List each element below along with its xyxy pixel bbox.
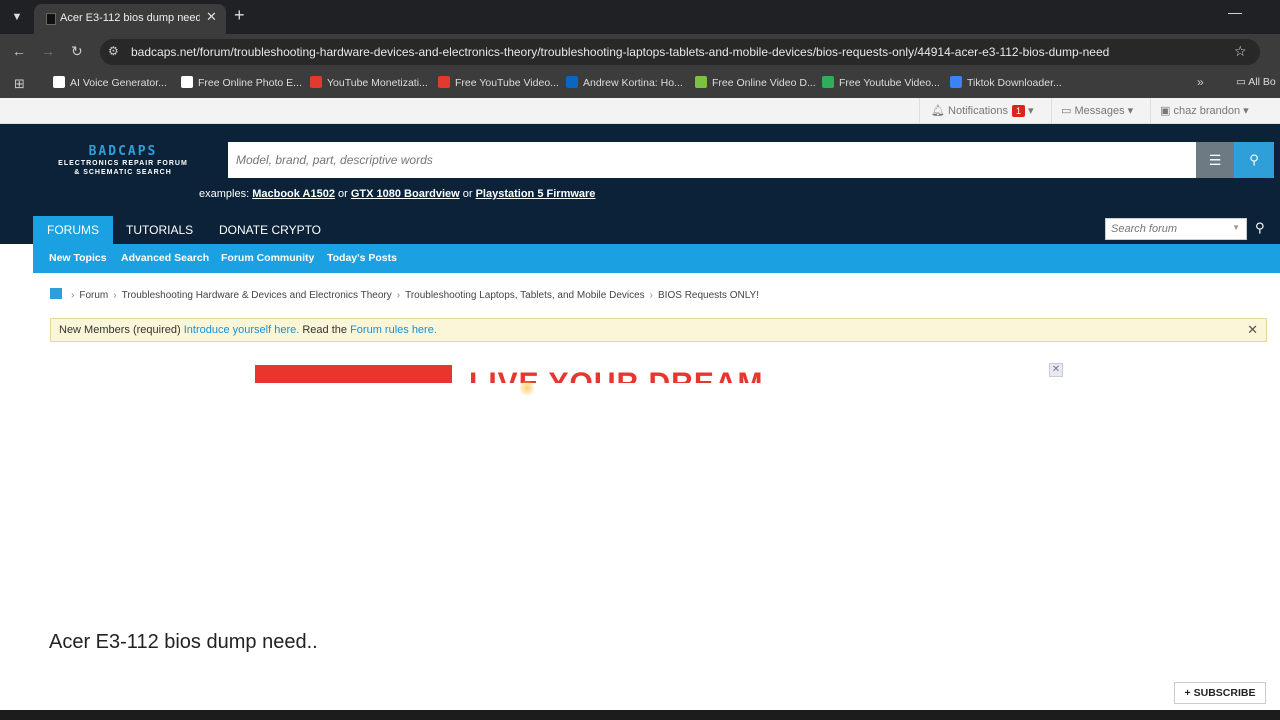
subnav-forum-community[interactable]: Forum Community xyxy=(221,252,314,264)
forum-search-input[interactable] xyxy=(1106,219,1226,239)
window-minimize-icon[interactable]: — xyxy=(1228,4,1242,20)
schematic-search-box xyxy=(228,142,1196,178)
bookmark-favicon-icon xyxy=(566,76,578,88)
nav-tutorials[interactable]: TUTORIALS xyxy=(112,216,207,244)
subnav-new-topics[interactable]: New Topics xyxy=(49,252,107,264)
breadcrumb-item[interactable]: Forum xyxy=(79,290,108,301)
bookmark-favicon-icon xyxy=(438,76,450,88)
home-icon[interactable] xyxy=(50,288,62,299)
chat-icon: ▭ xyxy=(1061,105,1075,117)
bookmark-item[interactable]: AI Voice Generator... xyxy=(53,76,167,89)
address-bar: ← → ↻ ⚙ badcaps.net/forum/troubleshootin… xyxy=(0,34,1280,70)
breadcrumb-item[interactable]: Troubleshooting Hardware & Devices and E… xyxy=(122,290,392,301)
reload-icon[interactable]: ↻ xyxy=(71,43,83,60)
bookmarks-overflow-icon[interactable]: » xyxy=(1197,75,1204,89)
bookmark-favicon-icon xyxy=(53,76,65,88)
bookmark-favicon-icon xyxy=(822,76,834,88)
notifications-badge: 1 xyxy=(1011,105,1025,117)
page-content: 🔔︎ Notifications 1 ▾ ▭ Messages ▾ ▣ chaz … xyxy=(0,98,1280,710)
browser-tab[interactable]: Acer E3-112 bios dump need.. ✕ xyxy=(34,4,226,34)
tab-favicon-icon xyxy=(46,13,56,25)
back-arrow-icon[interactable]: ← xyxy=(12,43,26,59)
site-info-icon[interactable]: ⚙ xyxy=(108,44,119,58)
ad-close-icon[interactable]: ✕ xyxy=(1049,363,1063,377)
bookmark-label: Free YouTube Video... xyxy=(455,77,559,89)
sliders-icon: ☰ xyxy=(1208,152,1222,168)
forum-search-box: ▼ xyxy=(1105,218,1247,240)
mouse-cursor-highlight xyxy=(519,380,535,396)
notifications-link[interactable]: 🔔︎ Notifications 1 ▾ xyxy=(931,104,1034,117)
new-members-notice: New Members (required) Introduce yoursel… xyxy=(50,318,1267,342)
search-icon: ⚲ xyxy=(1249,152,1259,167)
tab-title: Acer E3-112 bios dump need.. xyxy=(60,12,200,24)
messages-link[interactable]: ▭ Messages ▾ xyxy=(1061,104,1133,117)
nav-forums[interactable]: FORUMS xyxy=(33,216,113,244)
bookmark-item[interactable]: Tiktok Downloader... xyxy=(950,76,1062,89)
nav-donate-crypto[interactable]: DONATE CRYPTO xyxy=(205,216,335,244)
apps-grid-icon[interactable]: ⊞ xyxy=(14,76,25,92)
folder-icon: ▭ xyxy=(1236,76,1249,88)
bookmark-label: Andrew Kortina: Ho... xyxy=(583,77,683,89)
os-taskbar xyxy=(0,710,1280,720)
site-logo[interactable]: BADCAPS ELECTRONICS REPAIR FORUM & SCHEM… xyxy=(46,144,200,177)
bookmark-item[interactable]: Free Online Video D... xyxy=(695,76,816,89)
notice-close-icon[interactable]: ✕ xyxy=(1247,322,1258,338)
tab-search-icon[interactable]: ▼ xyxy=(6,6,28,28)
introduce-yourself-link[interactable]: Introduce yourself here. xyxy=(184,324,300,336)
avatar: ▣ xyxy=(1160,105,1174,117)
sub-navigation: New Topics Advanced Search Forum Communi… xyxy=(33,244,1280,273)
tab-close-icon[interactable]: ✕ xyxy=(206,9,217,25)
bookmarks-bar: ⊞ AI Voice Generator... Free Online Photo… xyxy=(0,70,1280,98)
bookmark-favicon-icon xyxy=(950,76,962,88)
all-bookmarks-link[interactable]: ▭ All Bo xyxy=(1236,76,1276,88)
ad-banner-bar[interactable] xyxy=(255,365,452,383)
bookmark-favicon-icon xyxy=(181,76,193,88)
bookmark-label: AI Voice Generator... xyxy=(70,77,167,89)
chevron-down-icon: ▾ xyxy=(1240,105,1249,117)
bookmark-item[interactable]: Free Online Photo E... xyxy=(181,76,302,89)
forum-rules-link[interactable]: Forum rules here. xyxy=(350,324,437,336)
forum-search-icon[interactable]: ⚲ xyxy=(1255,220,1265,236)
new-tab-icon[interactable]: + xyxy=(234,5,245,26)
breadcrumb-item[interactable]: Troubleshooting Laptops, Tablets, and Mo… xyxy=(405,290,645,301)
url-box[interactable]: ⚙ badcaps.net/forum/troubleshooting-hard… xyxy=(100,39,1260,65)
bookmark-item[interactable]: Andrew Kortina: Ho... xyxy=(566,76,683,89)
schematic-search-input[interactable] xyxy=(228,142,1196,178)
bell-icon: 🔔︎ xyxy=(931,105,949,117)
chevron-down-icon: ▾ xyxy=(1124,105,1134,117)
subnav-todays-posts[interactable]: Today's Posts xyxy=(327,252,397,264)
bookmark-item[interactable]: Free Youtube Video... xyxy=(822,76,940,89)
example-link-macbook[interactable]: Macbook A1502 xyxy=(252,188,335,200)
chevron-down-icon[interactable]: ▼ xyxy=(1232,223,1240,232)
thread-title: Acer E3-112 bios dump need.. xyxy=(49,631,318,653)
example-link-ps5[interactable]: Playstation 5 Firmware xyxy=(476,188,596,200)
bookmark-item[interactable]: Free YouTube Video... xyxy=(438,76,559,89)
breadcrumb: › Forum › Troubleshooting Hardware & Device… xyxy=(50,288,759,301)
browser-tabstrip: ▼ Acer E3-112 bios dump need.. ✕ + — xyxy=(0,0,1280,34)
chevron-down-icon: ▾ xyxy=(1024,105,1034,117)
plus-icon: + xyxy=(1184,687,1194,699)
bookmark-star-icon[interactable]: ☆ xyxy=(1234,43,1247,60)
user-bar: 🔔︎ Notifications 1 ▾ ▭ Messages ▾ ▣ chaz … xyxy=(0,98,1280,124)
bookmark-favicon-icon xyxy=(695,76,707,88)
search-filter-button[interactable]: ☰ xyxy=(1196,142,1234,178)
bookmark-label: YouTube Monetizati... xyxy=(327,77,428,89)
search-examples: examples: Macbook A1502 or GTX 1080 Boar… xyxy=(199,188,596,200)
ad-banner-text[interactable]: LIVE YOUR DREAM xyxy=(469,364,799,383)
url-text[interactable]: badcaps.net/forum/troubleshooting-hardwa… xyxy=(131,45,1109,59)
bookmark-label: Free Youtube Video... xyxy=(839,77,940,89)
bookmark-label: Free Online Video D... xyxy=(712,77,816,89)
user-menu[interactable]: ▣ chaz brandon ▾ xyxy=(1160,104,1249,117)
bookmark-favicon-icon xyxy=(310,76,322,88)
breadcrumb-item[interactable]: BIOS Requests ONLY! xyxy=(658,290,759,301)
site-header: BADCAPS ELECTRONICS REPAIR FORUM & SCHEM… xyxy=(0,124,1280,244)
bookmark-item[interactable]: YouTube Monetizati... xyxy=(310,76,428,89)
search-button[interactable]: ⚲ xyxy=(1234,142,1274,178)
subnav-advanced-search[interactable]: Advanced Search xyxy=(121,252,209,264)
subscribe-button[interactable]: + SUBSCRIBE xyxy=(1174,682,1266,704)
forward-arrow-icon[interactable]: → xyxy=(41,43,55,59)
bookmark-label: Tiktok Downloader... xyxy=(967,77,1062,89)
example-link-gtx[interactable]: GTX 1080 Boardview xyxy=(351,188,460,200)
bookmark-label: Free Online Photo E... xyxy=(198,77,302,89)
